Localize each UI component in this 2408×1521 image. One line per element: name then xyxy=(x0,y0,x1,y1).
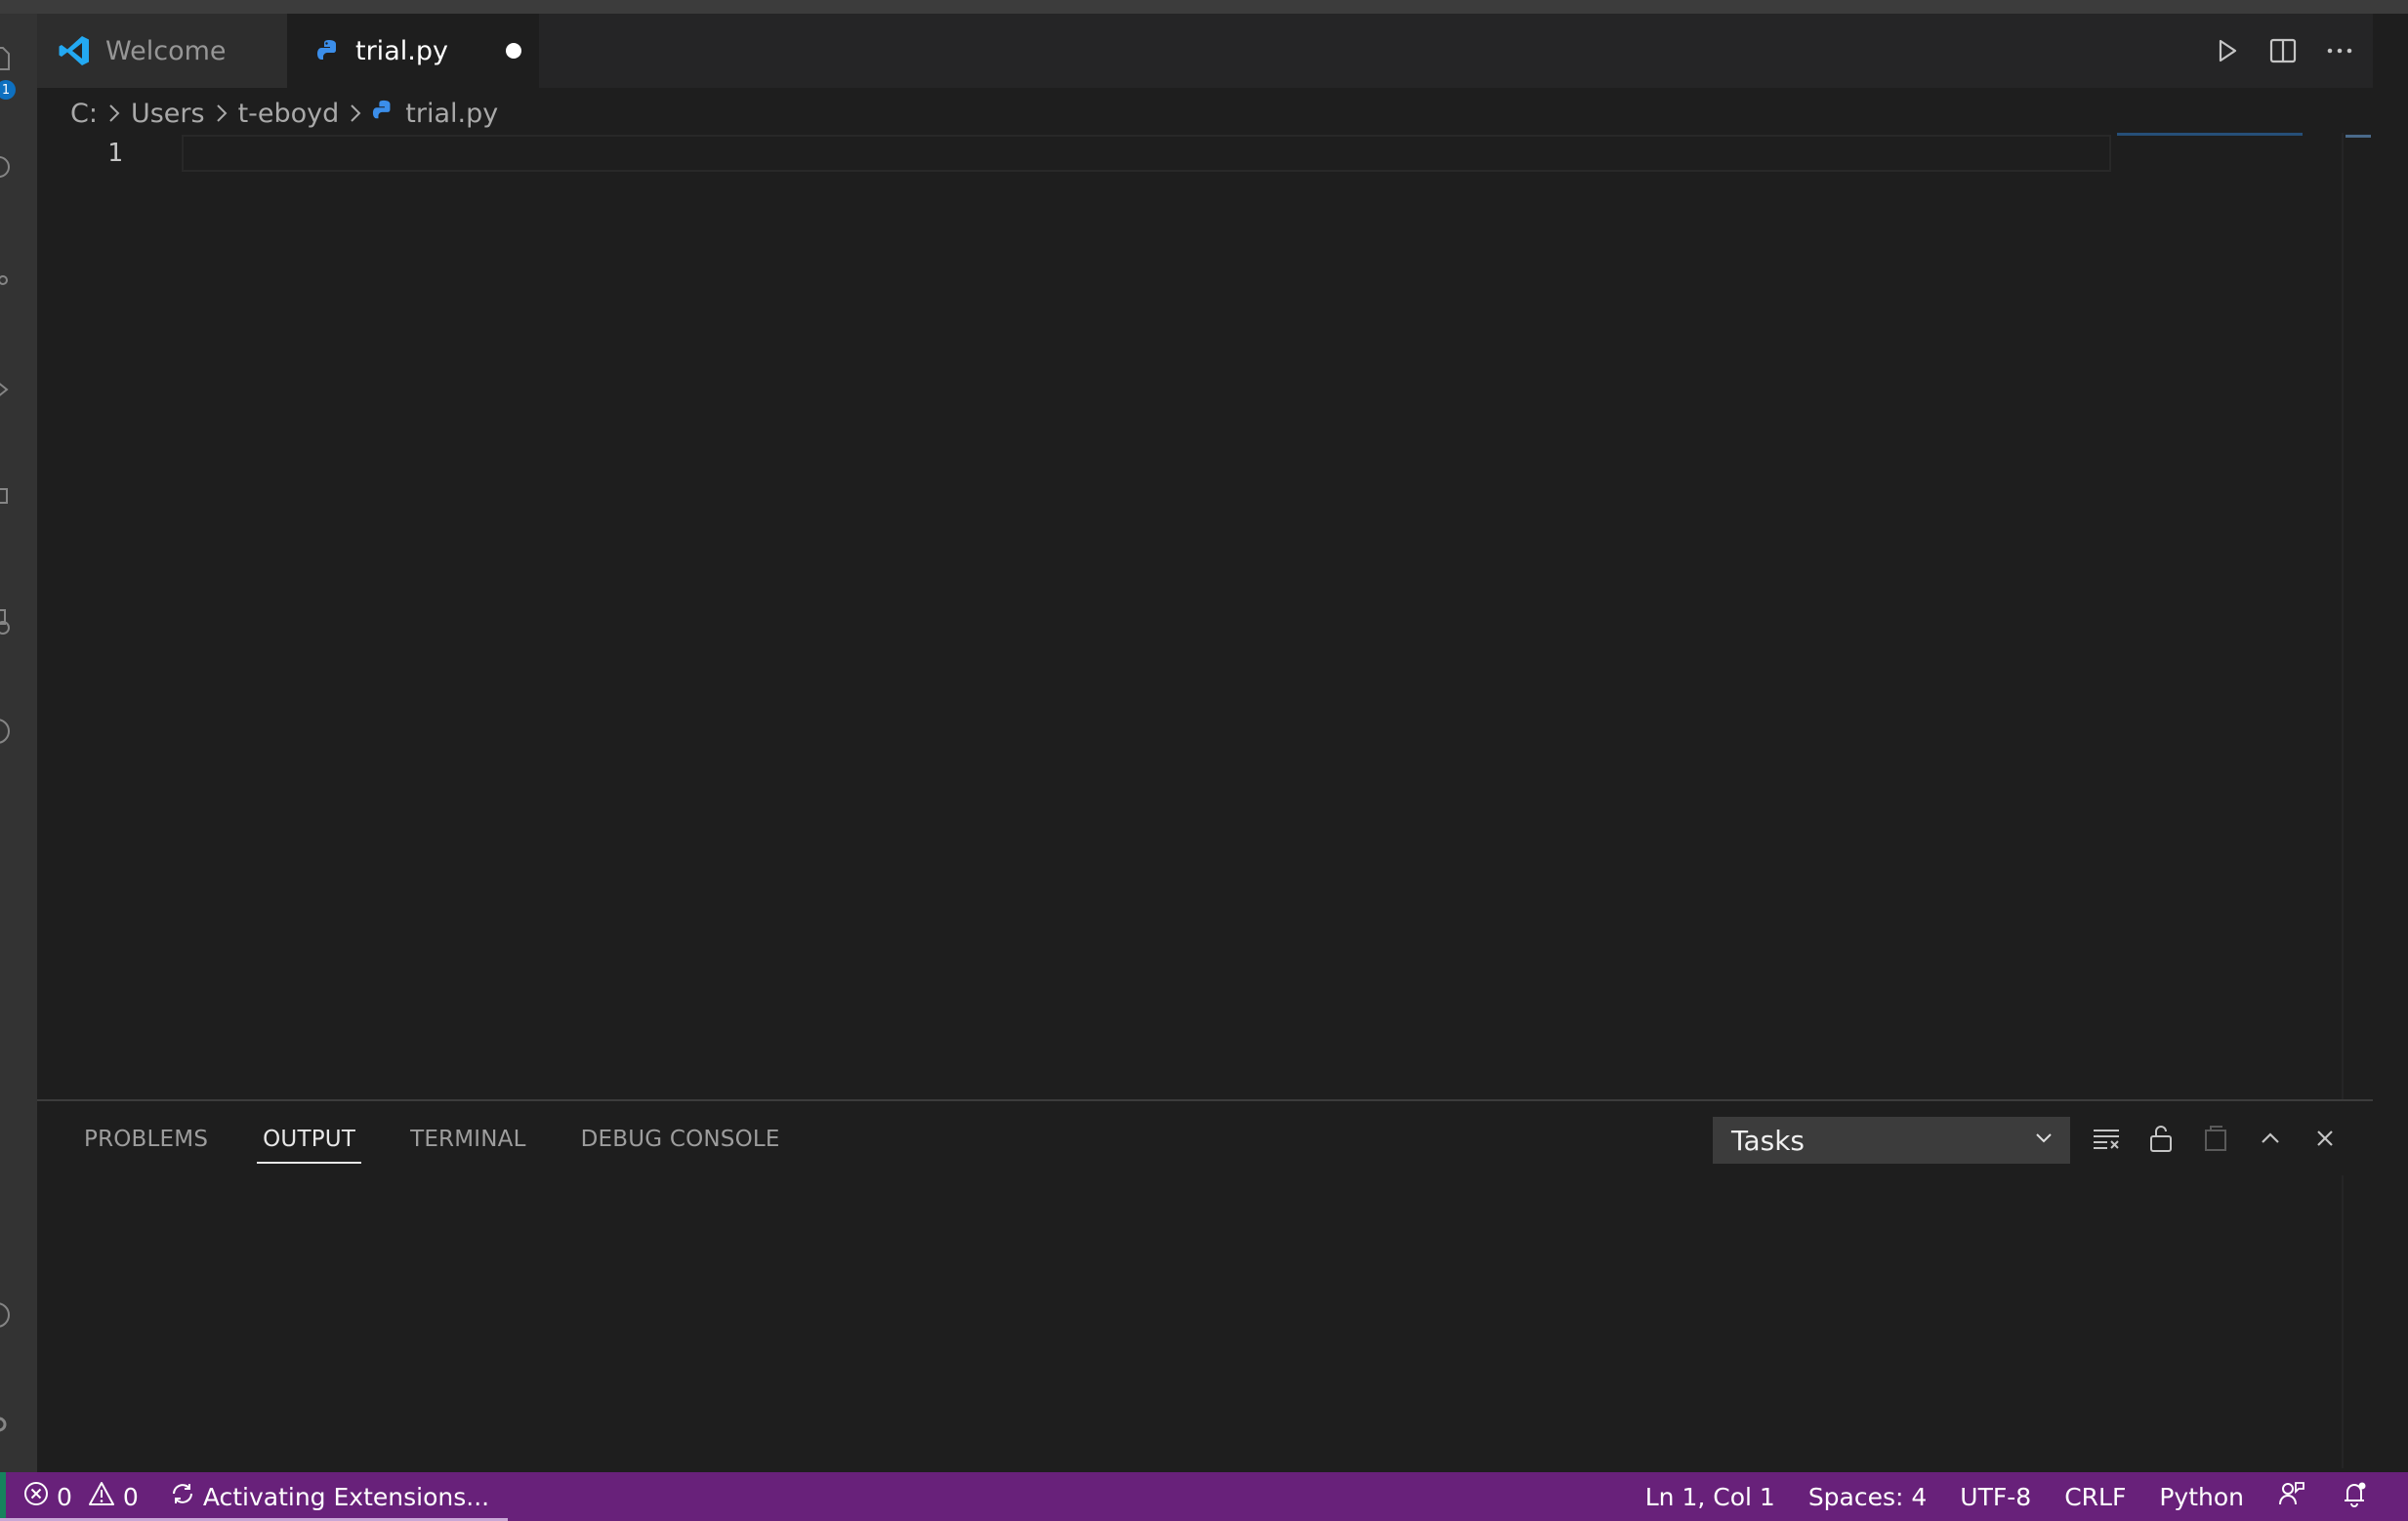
clear-output-icon[interactable] xyxy=(2088,1119,2125,1158)
vscode-logo-icon xyxy=(57,33,92,68)
bottom-panel: PROBLEMS OUTPUT TERMINAL DEBUG CONSOLE T… xyxy=(37,1099,2373,1472)
error-icon xyxy=(23,1481,49,1512)
remote-indicator[interactable] xyxy=(0,1472,6,1521)
overview-ruler-cursor xyxy=(2346,135,2371,138)
tab-label: Welcome xyxy=(105,35,227,66)
more-actions-icon[interactable] xyxy=(2322,33,2357,68)
panel-tabs: PROBLEMS OUTPUT TERMINAL DEBUG CONSOLE xyxy=(82,1123,782,1164)
explorer-icon[interactable] xyxy=(0,43,16,72)
panel-scrollbar[interactable] xyxy=(2342,1175,2373,1468)
chevron-right-icon xyxy=(213,103,230,124)
testing-icon[interactable] xyxy=(0,717,16,746)
status-bar-right: Ln 1, Col 1 Spaces: 4 UTF-8 CRLF Python xyxy=(1645,1472,2369,1521)
notifications-bell-icon[interactable] xyxy=(2340,1479,2369,1514)
unsaved-changes-dot-icon[interactable] xyxy=(506,43,521,59)
breadcrumb-item-user[interactable]: t-eboyd xyxy=(238,99,340,129)
activity-badge: 1 xyxy=(0,80,16,100)
title-bar xyxy=(0,0,2408,14)
breadcrumb-item-users[interactable]: Users xyxy=(131,99,205,129)
breadcrumb-file-label: trial.py xyxy=(405,98,499,129)
search-icon[interactable] xyxy=(0,154,16,184)
chevron-down-icon xyxy=(2032,1125,2055,1157)
feedback-icon[interactable] xyxy=(2277,1479,2306,1514)
split-editor-icon[interactable] xyxy=(2265,33,2301,68)
tab-welcome[interactable]: Welcome xyxy=(37,14,287,88)
run-icon[interactable] xyxy=(2209,33,2244,68)
activity-bar: 1 xyxy=(0,14,37,1472)
cursor-position[interactable]: Ln 1, Col 1 xyxy=(1645,1483,1775,1511)
tab-terminal[interactable]: TERMINAL xyxy=(408,1123,528,1164)
tab-trial-py[interactable]: trial.py xyxy=(287,14,539,88)
status-bar-left: 0 0 Activating Extensions... xyxy=(23,1472,489,1521)
breadcrumb-item-file[interactable]: trial.py xyxy=(372,99,498,129)
sync-icon xyxy=(170,1481,195,1512)
breadcrumb-item-drive[interactable]: C: xyxy=(70,99,98,129)
editor-tab-bar: Welcome trial.py xyxy=(37,14,2373,88)
line-number: 1 xyxy=(107,139,123,168)
tab-problems[interactable]: PROBLEMS xyxy=(82,1123,210,1164)
chevron-right-icon xyxy=(105,103,123,124)
tab-debug-console[interactable]: DEBUG CONSOLE xyxy=(579,1123,782,1164)
warning-count: 0 xyxy=(122,1482,139,1511)
remote-explorer-icon[interactable] xyxy=(0,607,16,637)
maximize-panel-icon[interactable] xyxy=(2252,1119,2289,1158)
source-control-icon[interactable] xyxy=(0,266,16,295)
output-channel-select[interactable]: Tasks xyxy=(1713,1117,2070,1164)
activation-status[interactable]: Activating Extensions... xyxy=(170,1481,489,1512)
account-icon[interactable] xyxy=(0,1300,16,1330)
panel-actions xyxy=(2088,1119,2344,1158)
activation-label: Activating Extensions... xyxy=(202,1482,490,1511)
tab-output[interactable]: OUTPUT xyxy=(257,1123,362,1164)
python-file-icon xyxy=(372,99,395,129)
python-file-icon xyxy=(316,38,342,63)
indentation-status[interactable]: Spaces: 4 xyxy=(1808,1483,1927,1511)
editor-scrollbar[interactable] xyxy=(2342,133,2373,1099)
editor-actions xyxy=(2209,33,2357,68)
eol-status[interactable]: CRLF xyxy=(2064,1483,2126,1511)
run-debug-icon[interactable] xyxy=(0,375,16,404)
error-count: 0 xyxy=(57,1482,72,1511)
open-in-editor-icon[interactable] xyxy=(2197,1119,2234,1158)
extensions-icon[interactable] xyxy=(0,482,16,512)
close-panel-icon[interactable] xyxy=(2306,1119,2344,1158)
tab-label: trial.py xyxy=(355,35,448,66)
language-mode[interactable]: Python xyxy=(2159,1483,2244,1511)
status-bar: 0 0 Activating Extensions... Ln 1, Col 1… xyxy=(0,1472,2408,1521)
settings-gear-icon[interactable] xyxy=(0,1410,16,1439)
minimap-slider[interactable] xyxy=(2117,133,2303,136)
encoding-status[interactable]: UTF-8 xyxy=(1960,1483,2031,1511)
breadcrumb: C: Users t-eboyd trial.py xyxy=(70,94,498,133)
chevron-right-icon xyxy=(347,103,364,124)
output-channel-value: Tasks xyxy=(1731,1124,1806,1157)
problems-status[interactable]: 0 0 xyxy=(23,1481,139,1512)
lock-scroll-icon[interactable] xyxy=(2142,1119,2180,1158)
current-line-highlight[interactable] xyxy=(182,135,2111,172)
code-editor[interactable]: 1 xyxy=(37,133,2373,1099)
warning-icon xyxy=(88,1481,115,1512)
